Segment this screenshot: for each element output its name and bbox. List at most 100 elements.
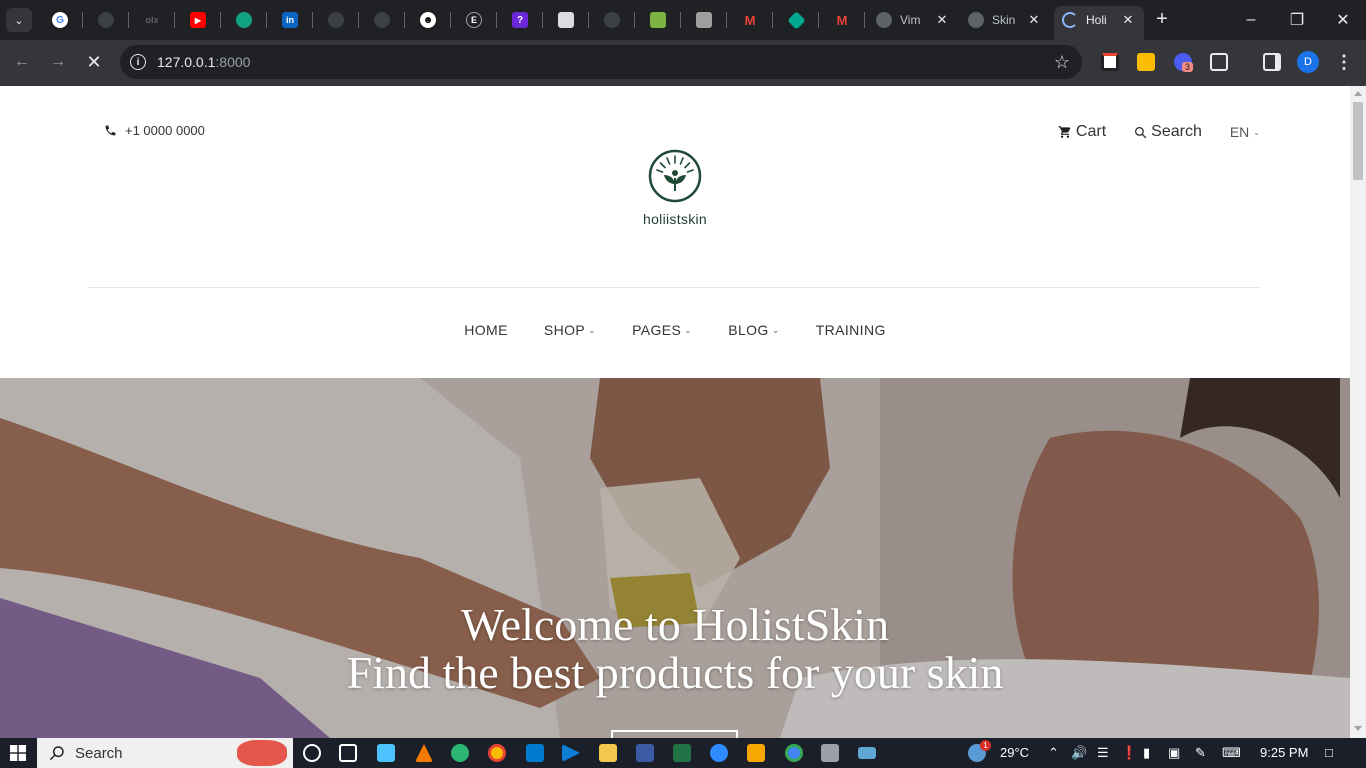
- pinned-tab-diamond[interactable]: [773, 0, 819, 40]
- nav-shop[interactable]: SHOP ⌄: [544, 322, 596, 338]
- page-scrollbar[interactable]: [1350, 86, 1366, 738]
- pinned-tab-github-3[interactable]: [359, 0, 405, 40]
- nav-label: SHOP: [543, 322, 586, 338]
- notifications-icon[interactable]: □: [1325, 745, 1333, 760]
- hero-heading-line-1: Welcome to HolistSkin: [460, 599, 890, 650]
- vlc-icon[interactable]: [415, 744, 433, 762]
- address-bar[interactable]: i 127.0.0.1:8000 ☆: [120, 45, 1082, 79]
- browser-toolbar: ← → ✕ i 127.0.0.1:8000 ☆ 3 D ⋮: [0, 40, 1366, 86]
- touch-keyboard-icon[interactable]: ⌨: [1222, 745, 1241, 761]
- scroll-up-arrow[interactable]: [1354, 91, 1362, 96]
- close-icon[interactable]: ✕: [1026, 12, 1042, 28]
- logo-leaf-sun-icon: [648, 149, 702, 203]
- excel-icon[interactable]: [673, 744, 691, 762]
- tab-skin[interactable]: Skin ✕: [960, 6, 1050, 34]
- pinned-tab-github-4[interactable]: [589, 0, 635, 40]
- chrome-profile-icon[interactable]: [785, 744, 803, 762]
- pinned-tab-trello[interactable]: [543, 0, 589, 40]
- cortana-icon[interactable]: [303, 744, 321, 762]
- site-info-icon[interactable]: i: [130, 54, 146, 70]
- tab-strip: ⌄ G olx ▶ in ☻ E ? M M Vim ✕ Skin ✕ Holi…: [0, 0, 1366, 40]
- search-link[interactable]: Search: [1134, 123, 1202, 141]
- hero-cta-button[interactable]: [611, 730, 738, 738]
- bookmark-star-icon[interactable]: ☆: [1054, 52, 1070, 73]
- taskbar-search-box[interactable]: Search: [37, 738, 293, 768]
- vscode-icon[interactable]: [526, 744, 544, 762]
- pinned-tab-smiley[interactable]: ☻: [405, 0, 451, 40]
- image-icon: [696, 12, 712, 28]
- chevron-up-icon[interactable]: ⌃: [1048, 745, 1059, 761]
- extension-notes-icon[interactable]: [1101, 53, 1119, 71]
- nav-home[interactable]: HOME: [464, 322, 508, 338]
- pinned-tab-app[interactable]: ?: [497, 0, 543, 40]
- edge-icon[interactable]: [451, 744, 469, 762]
- site-logo[interactable]: holiistskin: [620, 148, 730, 227]
- scroll-down-arrow[interactable]: [1354, 726, 1362, 731]
- url-text: 127.0.0.1:8000: [157, 54, 250, 70]
- extension-shield-icon[interactable]: 3: [1174, 53, 1194, 72]
- extensions-puzzle-icon[interactable]: [1210, 53, 1228, 71]
- scrollbar-thumb[interactable]: [1353, 102, 1363, 180]
- word-icon[interactable]: [636, 744, 654, 762]
- gmail-icon: M: [744, 12, 756, 28]
- forward-button[interactable]: →: [44, 48, 72, 76]
- tab-holistskin[interactable]: Holi ✕: [1054, 6, 1144, 40]
- nav-blog[interactable]: BLOG ⌄: [728, 322, 779, 338]
- pinned-tab-youtube[interactable]: ▶: [175, 0, 221, 40]
- chevron-down-icon: ⌄: [771, 324, 780, 335]
- battery-icon[interactable]: ▮: [1143, 745, 1150, 761]
- pinned-tab-image-2[interactable]: [681, 0, 727, 40]
- pinned-tab-google[interactable]: G: [37, 0, 83, 40]
- close-icon[interactable]: ✕: [934, 12, 950, 28]
- nav-training[interactable]: TRAINING: [816, 322, 886, 338]
- chrome-icon[interactable]: [488, 744, 506, 762]
- pen-icon[interactable]: ✎: [1195, 745, 1206, 761]
- weather-icon[interactable]: 1: [968, 740, 991, 762]
- windows-start-icon[interactable]: [10, 745, 26, 761]
- taskbar-clock[interactable]: 9:25 PM: [1260, 745, 1308, 760]
- side-panel-icon[interactable]: [1263, 53, 1281, 71]
- pinned-tab-chatgpt[interactable]: [221, 0, 267, 40]
- file-explorer-icon[interactable]: [599, 744, 617, 762]
- pinned-tab-olx[interactable]: olx: [129, 0, 175, 40]
- chrome-menu-icon[interactable]: ⋮: [1335, 52, 1353, 73]
- volume-icon[interactable]: 🔊: [1071, 745, 1087, 761]
- cart-link[interactable]: Cart: [1058, 123, 1106, 141]
- pinned-tab-image[interactable]: [635, 0, 681, 40]
- pinned-tab-github[interactable]: [83, 0, 129, 40]
- google-icon: G: [52, 12, 68, 28]
- stop-loading-button[interactable]: ✕: [80, 48, 108, 76]
- restore-button[interactable]: ❐: [1274, 0, 1320, 40]
- wifi-icon[interactable]: ☰: [1097, 745, 1109, 761]
- pinned-tab-gmail[interactable]: M: [727, 0, 773, 40]
- profile-avatar[interactable]: D: [1297, 51, 1319, 73]
- window-close-button[interactable]: ✕: [1320, 0, 1366, 40]
- tab-search-button[interactable]: ⌄: [6, 8, 32, 32]
- media-player-icon[interactable]: [562, 744, 580, 762]
- nav-pages[interactable]: PAGES ⌄: [632, 322, 692, 338]
- extension-folder-icon[interactable]: [1137, 53, 1155, 71]
- keyboard-app-icon[interactable]: [858, 747, 876, 759]
- trello-icon: [558, 12, 574, 28]
- pinned-tab-economist[interactable]: E: [451, 0, 497, 40]
- task-view-icon[interactable]: [339, 744, 357, 762]
- tab-vim[interactable]: Vim ✕: [868, 6, 958, 34]
- diamond-icon: [786, 10, 806, 30]
- pinned-tab-gmail-2[interactable]: M: [819, 0, 865, 40]
- tool-icon[interactable]: [821, 744, 839, 762]
- close-icon[interactable]: ✕: [1120, 12, 1136, 28]
- github-icon: [374, 12, 390, 28]
- language-selector[interactable]: EN ⌄: [1230, 124, 1260, 140]
- store-icon[interactable]: [377, 744, 395, 762]
- bluetooth-icon[interactable]: ❗: [1121, 745, 1137, 761]
- pinned-tab-linkedin[interactable]: in: [267, 0, 313, 40]
- pinned-tab-github-2[interactable]: [313, 0, 359, 40]
- back-button[interactable]: ←: [8, 48, 36, 76]
- nav-label: HOME: [464, 322, 508, 338]
- network-icon[interactable]: ▣: [1168, 745, 1180, 761]
- zoom-icon[interactable]: [710, 744, 728, 762]
- weather-temperature[interactable]: 29°C: [1000, 745, 1029, 760]
- minimize-button[interactable]: –: [1228, 0, 1274, 40]
- video-player-icon[interactable]: [747, 744, 765, 762]
- new-tab-button[interactable]: +: [1150, 8, 1174, 32]
